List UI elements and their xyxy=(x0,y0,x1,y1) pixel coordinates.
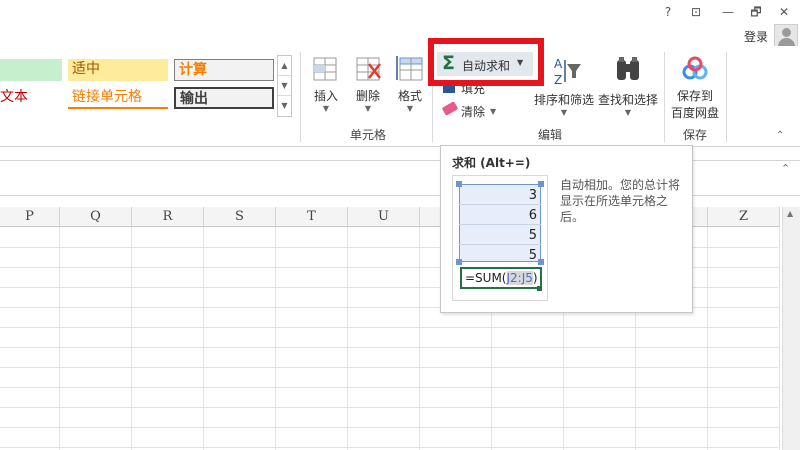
tooltip-example-image: 3 6 5 5 =SUM(J2:J5) xyxy=(452,175,548,301)
tooltip-description: 自动相加。您的总计将显示在所选单元格之后。 xyxy=(560,178,681,224)
sort-filter-icon: A Z xyxy=(554,57,581,87)
insert-button[interactable]: 插入 ▼ xyxy=(306,54,346,120)
range-handle xyxy=(456,259,462,265)
range-handle xyxy=(538,181,544,187)
clear-button[interactable]: 清除 ▼ xyxy=(441,101,538,121)
autosum-tooltip: 求和 (Alt+=) 3 6 5 5 =SUM(J2:J5) 自动相加。您的总计… xyxy=(440,145,693,313)
style-neutral[interactable]: 适中 xyxy=(68,59,168,81)
tooltip-title: 求和 (Alt+=) xyxy=(452,156,531,170)
login-link[interactable]: 登录 xyxy=(744,28,768,45)
gridline xyxy=(419,227,420,450)
delete-caret-icon: ▼ xyxy=(364,104,372,113)
example-value: 6 xyxy=(528,208,537,223)
sort-filter-caret-icon: ▼ xyxy=(560,108,568,117)
gridline xyxy=(707,227,708,450)
style-text[interactable]: 文本 xyxy=(0,87,62,109)
range-handle xyxy=(456,181,462,187)
formula-prefix: =SUM( xyxy=(465,271,507,285)
group-separator xyxy=(300,52,301,142)
save-baidu-label-line1: 保存到 xyxy=(676,89,713,103)
style-output[interactable]: 输出 xyxy=(174,87,274,109)
format-caret-icon: ▼ xyxy=(406,104,414,113)
vertical-scrollbar[interactable]: ▲ xyxy=(782,207,800,450)
find-select-caret-icon: ▼ xyxy=(624,108,632,117)
ribbon-display-options-icon[interactable]: ⊡ xyxy=(684,2,708,22)
column-header-p[interactable]: P xyxy=(0,207,60,227)
eraser-icon xyxy=(441,101,459,116)
column-header-q[interactable]: Q xyxy=(60,207,132,227)
style-linked-cell[interactable]: 链接单元格 xyxy=(68,87,168,109)
expand-formula-bar-icon[interactable]: ⌃ xyxy=(781,162,790,175)
fill-handle xyxy=(537,286,542,291)
style-good[interactable] xyxy=(0,59,62,81)
format-cells-icon xyxy=(396,56,423,81)
gridline xyxy=(0,327,778,328)
range-handle xyxy=(538,259,544,265)
format-button[interactable]: 格式 ▼ xyxy=(390,54,430,120)
sort-filter-label: 排序和筛选 xyxy=(533,93,594,107)
autosum-highlight-box xyxy=(428,38,544,86)
group-separator xyxy=(726,52,727,142)
gridline xyxy=(0,347,778,348)
gridline xyxy=(275,227,276,450)
save-baidu-label-line2: 百度网盘 xyxy=(670,106,719,120)
formula-reference: J2:J5 xyxy=(506,271,533,285)
column-header-t[interactable]: T xyxy=(276,207,348,227)
binoculars-icon xyxy=(617,57,639,80)
gridline xyxy=(59,227,60,450)
gridline xyxy=(203,227,204,450)
insert-cells-icon xyxy=(313,57,337,81)
column-header-r[interactable]: R xyxy=(132,207,204,227)
close-icon[interactable]: ✕ xyxy=(772,2,796,22)
column-header-z[interactable]: Z xyxy=(708,207,780,227)
baidu-netdisk-icon xyxy=(682,56,708,80)
help-icon[interactable]: ? xyxy=(656,2,680,22)
clear-label: 清除 xyxy=(461,105,486,119)
scroll-up-arrow-icon[interactable]: ▲ xyxy=(787,209,793,218)
delete-cells-icon xyxy=(356,57,381,81)
gridline xyxy=(0,447,778,448)
gridline xyxy=(0,387,778,388)
example-value: 5 xyxy=(528,228,537,243)
editing-group-label: 编辑 xyxy=(537,128,562,142)
style-calculation[interactable]: 计算 xyxy=(174,59,274,81)
gridline xyxy=(131,227,132,450)
restore-icon[interactable]: 🗗 xyxy=(744,2,768,22)
column-header-u[interactable]: U xyxy=(348,207,420,227)
delete-button[interactable]: 删除 ▼ xyxy=(348,54,388,120)
save-group-label: 保存 xyxy=(682,128,707,142)
styles-gallery-scroller[interactable]: ▲ ▼ ▼ xyxy=(277,55,292,117)
insert-label: 插入 xyxy=(313,89,338,103)
svg-text:A: A xyxy=(554,57,563,71)
gridline xyxy=(0,427,778,428)
column-header-s[interactable]: S xyxy=(204,207,276,227)
avatar[interactable] xyxy=(774,24,798,48)
gallery-more-icon[interactable]: ▼ xyxy=(278,96,291,116)
example-formula: =SUM(J2:J5) xyxy=(460,267,542,289)
minimize-icon[interactable]: — xyxy=(716,2,740,22)
find-select-button[interactable]: 查找和选择 ▼ xyxy=(596,54,660,120)
scroll-up-icon[interactable]: ▲ xyxy=(278,56,291,76)
gridline xyxy=(0,407,778,408)
svg-text:Z: Z xyxy=(554,73,562,87)
cells-group-label: 单元格 xyxy=(349,128,386,142)
title-bar: ? ⊡ — 🗗 ✕ xyxy=(0,0,800,24)
gridline xyxy=(0,367,778,368)
gridline xyxy=(347,227,348,450)
collapse-ribbon-icon[interactable]: ⌃ xyxy=(776,130,784,141)
save-to-baidu-button[interactable]: 保存到 百度网盘 xyxy=(668,54,722,120)
group-separator xyxy=(664,52,665,142)
example-value: 5 xyxy=(528,248,537,263)
format-label: 格式 xyxy=(397,89,422,103)
find-select-label: 查找和选择 xyxy=(597,93,658,107)
formula-suffix: ) xyxy=(532,271,538,285)
delete-label: 删除 xyxy=(355,89,380,103)
insert-caret-icon: ▼ xyxy=(322,104,330,113)
clear-caret-icon: ▼ xyxy=(490,107,497,116)
example-value: 3 xyxy=(528,188,537,203)
scroll-down-icon[interactable]: ▼ xyxy=(278,76,291,96)
gridline xyxy=(779,227,780,450)
